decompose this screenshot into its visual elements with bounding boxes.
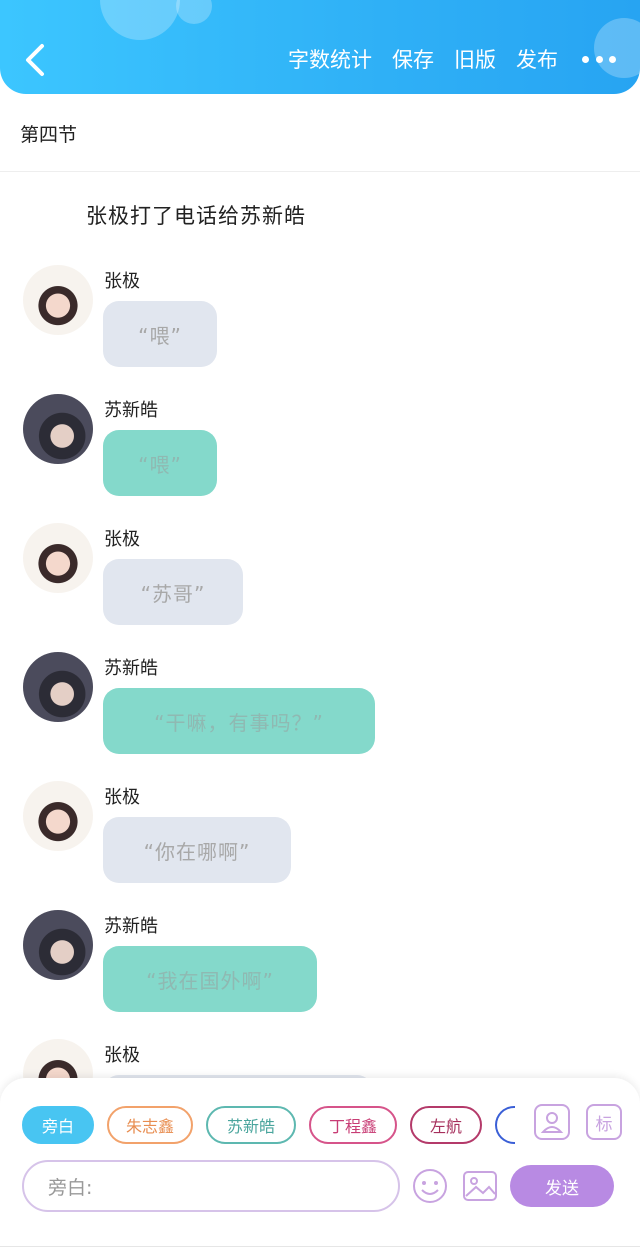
divider [0,171,640,172]
more-dot [609,55,616,63]
save-button[interactable]: 保存 [392,44,434,74]
decorative-circle [100,0,180,40]
speaker-name: 苏新皓 [104,916,158,937]
image-button[interactable] [462,1168,498,1204]
more-dots-icon [582,55,589,63]
avatar[interactable] [23,265,93,335]
header-actions: 字数统计 保存 旧版 发布 [268,44,616,74]
add-role-button[interactable] [534,1104,570,1140]
publish-button[interactable]: 发布 [516,44,558,74]
role-chip[interactable]: 朱志鑫 [107,1106,193,1144]
more-options-button[interactable] [582,54,616,64]
input-placeholder: 旁白: [48,1176,93,1199]
smiley-icon [413,1169,447,1203]
top-header-bar: 字数统计 保存 旧版 发布 [0,0,640,94]
word-count-button[interactable]: 字数统计 [288,44,372,74]
back-button[interactable] [20,42,50,78]
speaker-name: 张极 [104,787,140,808]
avatar[interactable] [23,394,93,464]
mark-button[interactable]: 标 [586,1104,622,1140]
bottom-divider [0,1246,640,1247]
message-bubble[interactable]: “苏哥” [103,559,243,625]
role-chip[interactable]: 苏新皓 [206,1106,296,1144]
send-button[interactable]: 发送 [510,1165,614,1207]
role-chip-narration[interactable]: 旁白 [22,1106,94,1144]
message-bubble[interactable]: “我在国外啊” [103,946,317,1012]
avatar[interactable] [23,523,93,593]
message-bubble[interactable]: “你在哪啊” [103,817,291,883]
avatar[interactable] [23,910,93,980]
speaker-name: 苏新皓 [104,658,158,679]
speaker-name: 张极 [104,1045,140,1066]
speaker-name: 张极 [104,529,140,550]
old-version-button[interactable]: 旧版 [454,44,496,74]
mark-label: 标 [595,1114,613,1135]
message-bubble[interactable]: “喂” [103,430,217,496]
avatar[interactable] [23,781,93,851]
role-chip[interactable]: 左航 [410,1106,482,1144]
message-input[interactable]: 旁白: [22,1160,400,1212]
decorative-circle [176,0,212,24]
message-bubble[interactable]: “喂” [103,301,217,367]
narration-text[interactable]: 张极打了电话给苏新皓 [86,200,306,230]
chevron-left-icon [26,44,44,76]
person-icon [540,1112,564,1133]
role-chip[interactable]: 丁程鑫 [309,1106,397,1144]
speaker-name: 苏新皓 [104,400,158,421]
role-chip-partial[interactable] [495,1106,515,1144]
role-selector: 旁白 朱志鑫 苏新皓 丁程鑫 左航 [22,1106,528,1144]
image-icon [463,1171,497,1201]
speaker-name: 张极 [104,271,140,292]
emoji-button[interactable] [412,1168,448,1204]
composer-panel: 旁白 朱志鑫 苏新皓 丁程鑫 左航 标 旁白: 发送 [0,1078,640,1254]
avatar[interactable] [23,652,93,722]
chapter-title[interactable]: 第四节 [20,120,77,147]
more-dot [595,55,603,63]
message-bubble[interactable]: “干嘛，有事吗？” [103,688,375,754]
